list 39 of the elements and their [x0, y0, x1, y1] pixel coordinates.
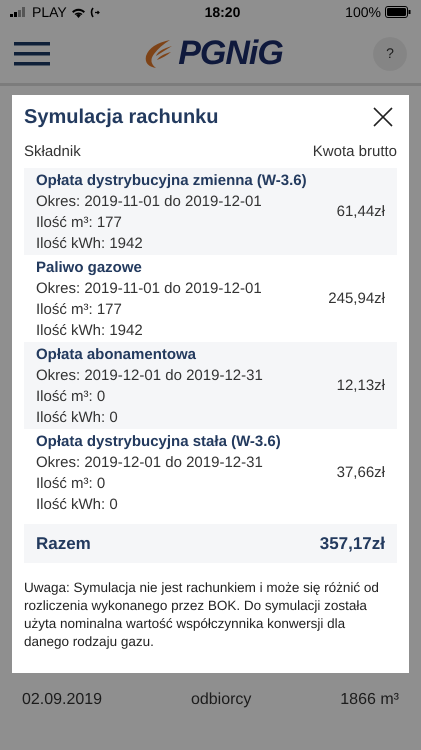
modal-title: Symulacja rachunku [24, 105, 219, 130]
logo-text: PGNiG [178, 33, 283, 74]
item-name: Opłata dystrybucyjna stała (W-3.6) [36, 432, 281, 452]
item-name: Opłata dystrybucyjna zmienna (W-3.6) [36, 170, 307, 190]
item-detail: Okres: 2019-11-01 do 2019-12-01 [36, 192, 263, 212]
recipient-text: odbiorcy [190, 690, 252, 710]
help-button[interactable]: ? [372, 36, 407, 70]
item-detail: Ilość m³: 0 [36, 474, 106, 494]
item-detail: Ilość kWh: 1942 [36, 234, 144, 254]
column-header: Kwota brutto [312, 142, 397, 162]
item-amount: 12,13zł [336, 376, 385, 396]
item-detail: Ilość m³: 0 [36, 386, 106, 406]
clock-time: 18:20 [204, 2, 240, 22]
volume-text: 1866 m³ [340, 690, 399, 710]
item-detail: Okres: 2019-11-01 do 2019-12-01 [36, 278, 262, 298]
item-detail: Ilość kWh: 1942 [36, 320, 144, 340]
date-text: 02.09.2019 [22, 690, 102, 710]
menu-button[interactable] [14, 40, 50, 66]
battery-icon [384, 6, 411, 18]
call-forward-icon [90, 6, 100, 18]
item-amount: 245,94zł [328, 289, 385, 309]
item-detail: Okres: 2019-12-01 do 2019-12-31 [36, 366, 263, 386]
item-detail: Okres: 2019-12-01 do 2019-12-31 [36, 452, 264, 472]
total-amount: 357,17zł [320, 532, 385, 554]
item-amount: 37,66zł [336, 463, 385, 483]
battery-percent: 100% [345, 2, 381, 22]
carrier-name: PLAY [32, 2, 67, 22]
item-name: Paliwo gazowe [36, 258, 143, 278]
item-name: Opłata abonamentowa [36, 344, 198, 364]
item-detail: Ilość m³: 177 [36, 300, 123, 320]
item-amount: 61,44zł [336, 202, 385, 222]
column-header: Składnik [24, 142, 81, 162]
item-detail: Ilość kWh: 0 [36, 494, 119, 514]
total-label: Razem [36, 532, 91, 554]
note-text: Uwaga: Symulacja nie jest rachunkiem i może się różnić od rozliczenia wykonanego przez BOK. Do symulacji została użyta nominalna wartość współczynnika konwersji dla danego rodzaju gazu. [24, 579, 380, 651]
wifi-icon [70, 6, 86, 18]
signal-icon [10, 7, 28, 17]
item-detail: Ilość m³: 177 [36, 212, 123, 232]
item-detail: Ilość kWh: 0 [36, 408, 119, 428]
